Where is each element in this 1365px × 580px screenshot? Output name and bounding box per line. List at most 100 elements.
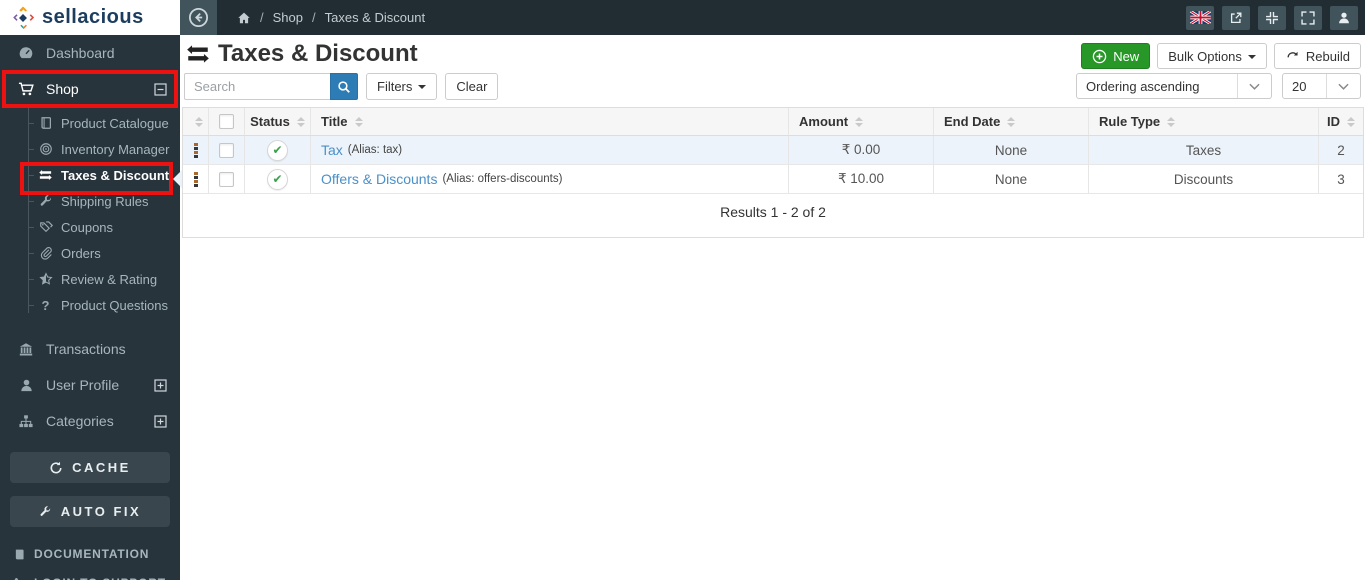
sort-icon <box>354 116 363 127</box>
rule-type-column-header[interactable]: Rule Type <box>1089 108 1319 135</box>
topbar: / Shop / Taxes & Discount <box>180 0 1365 35</box>
table-row: ✔ Offers & Discounts (Alias: offers-disc… <box>183 165 1363 194</box>
new-button[interactable]: New <box>1081 43 1151 69</box>
documentation-link[interactable]: DOCUMENTATION <box>0 543 180 565</box>
sellacious-logo-icon <box>11 6 35 30</box>
back-button[interactable] <box>180 0 217 35</box>
sidebar-item-inventory-manager[interactable]: Inventory Manager <box>0 136 180 162</box>
chevron-down-icon <box>1326 74 1360 98</box>
external-link-icon <box>1229 11 1243 25</box>
table-header-row: Status Title Amount End Date Rule Type I… <box>183 108 1363 136</box>
sidebar-item-review-rating[interactable]: Review & Rating <box>0 266 180 292</box>
row-cell-drag <box>183 136 209 164</box>
row-cell-end-date: None <box>934 136 1089 164</box>
row-checkbox[interactable] <box>219 142 234 158</box>
language-flag-button[interactable] <box>1186 5 1214 30</box>
compress-icon <box>1265 11 1279 25</box>
sidebar-item-taxes-discount[interactable]: Taxes & Discount <box>0 162 180 188</box>
filters-button[interactable]: Filters <box>366 73 438 100</box>
external-link-button[interactable] <box>1222 5 1250 30</box>
status-column-header[interactable]: Status <box>245 108 311 135</box>
filters-button-label: Filters <box>377 79 413 94</box>
breadcrumb-current: Taxes & Discount <box>324 10 426 25</box>
documentation-label: DOCUMENTATION <box>34 547 150 561</box>
end-date-column-header[interactable]: End Date <box>934 108 1089 135</box>
question-icon: ? <box>41 297 50 313</box>
expand-plus-icon[interactable] <box>154 414 167 428</box>
row-cell-end-date: None <box>934 165 1089 193</box>
ordering-select-value: Ordering ascending <box>1086 78 1200 94</box>
amount-column-header[interactable]: Amount <box>789 108 934 135</box>
cache-button[interactable]: CACHE <box>10 452 170 483</box>
sidebar-item-user-profile[interactable]: User Profile <box>0 367 180 403</box>
dashboard-icon <box>17 45 35 61</box>
auto-fix-button[interactable]: AUTO FIX <box>10 496 170 527</box>
search-button[interactable] <box>330 73 358 100</box>
sidebar-item-shop[interactable]: Shop <box>0 71 180 107</box>
expand-plus-icon[interactable] <box>154 378 167 392</box>
sidebar-item-label: Product Catalogue <box>61 115 169 131</box>
rebuild-button[interactable]: Rebuild <box>1273 43 1361 69</box>
tags-icon <box>37 220 54 234</box>
clear-button[interactable]: Clear <box>445 73 499 100</box>
sidebar-item-label: Shipping Rules <box>61 193 149 209</box>
row-cell-status: ✔ <box>245 136 311 164</box>
header-label: Rule Type <box>1099 114 1161 129</box>
chevron-down-icon <box>1237 74 1271 98</box>
drag-handle-icon[interactable] <box>193 142 198 158</box>
collapse-minus-icon[interactable] <box>154 82 167 96</box>
brand-logo[interactable]: sellacious <box>0 0 180 35</box>
home-icon[interactable] <box>237 11 251 25</box>
breadcrumb: / Shop / Taxes & Discount <box>237 10 425 25</box>
select-all-checkbox[interactable] <box>219 114 234 129</box>
drag-handle-icon[interactable] <box>193 171 198 187</box>
compress-button[interactable] <box>1258 5 1286 30</box>
sidebar-item-coupons[interactable]: Coupons <box>0 214 180 240</box>
title-column-header[interactable]: Title <box>311 108 789 135</box>
header-label: Amount <box>799 114 849 129</box>
page-title: Taxes & Discount <box>218 40 418 67</box>
expand-button[interactable] <box>1294 5 1322 30</box>
sidebar-item-label: Dashboard <box>46 45 115 61</box>
record-alias: (Alias: tax) <box>347 144 403 156</box>
refresh-icon <box>49 461 63 475</box>
search-input[interactable] <box>184 73 330 100</box>
sidebar-item-shipping-rules[interactable]: Shipping Rules <box>0 188 180 214</box>
user-menu-button[interactable] <box>1330 5 1358 30</box>
sidebar-item-orders[interactable]: Orders <box>0 240 180 266</box>
results-count: Results 1 - 2 of 2 <box>720 204 826 220</box>
sidebar-item-product-questions[interactable]: ? Product Questions <box>0 292 180 318</box>
bank-icon <box>17 342 35 357</box>
bulk-options-button[interactable]: Bulk Options <box>1157 43 1267 69</box>
active-menu-pointer <box>173 170 182 188</box>
record-alias: (Alias: offers-discounts) <box>442 173 563 185</box>
select-all-header <box>209 108 245 135</box>
records-table: Status Title Amount End Date Rule Type I… <box>182 107 1364 238</box>
ordering-select[interactable]: Ordering ascending <box>1076 73 1272 99</box>
sidebar-item-dashboard[interactable]: Dashboard <box>0 35 180 71</box>
header-label: Title <box>321 114 348 129</box>
sidebar-item-product-catalogue[interactable]: Product Catalogue <box>0 110 180 136</box>
exchange-icon <box>185 44 211 64</box>
sort-icon <box>1007 116 1016 127</box>
record-title-link[interactable]: Offers & Discounts <box>321 171 437 187</box>
search-icon <box>337 80 351 94</box>
id-column-header[interactable]: ID <box>1319 108 1363 135</box>
status-published-icon[interactable]: ✔ <box>267 168 288 190</box>
sidebar-item-transactions[interactable]: Transactions <box>0 331 180 367</box>
row-cell-id: 2 <box>1337 142 1345 158</box>
status-published-icon[interactable]: ✔ <box>267 139 288 161</box>
exchange-icon <box>37 169 54 181</box>
order-column-header[interactable] <box>183 108 209 135</box>
clear-button-label: Clear <box>456 79 488 94</box>
breadcrumb-shop[interactable]: Shop <box>273 10 303 25</box>
brand-name: sellacious <box>42 6 144 28</box>
table-row: ✔ Tax (Alias: tax) ₹ 0.00 None Taxes 2 <box>183 136 1363 165</box>
row-cell-select <box>209 136 245 164</box>
filter-toolbar: Filters Clear <box>184 73 499 100</box>
row-checkbox[interactable] <box>219 171 234 187</box>
page-size-select[interactable]: 20 <box>1282 73 1361 99</box>
login-to-support-link[interactable]: LOGIN TO SUPPORT <box>0 572 180 580</box>
sidebar-item-categories[interactable]: Categories <box>0 403 180 439</box>
record-title-link[interactable]: Tax <box>321 142 343 158</box>
